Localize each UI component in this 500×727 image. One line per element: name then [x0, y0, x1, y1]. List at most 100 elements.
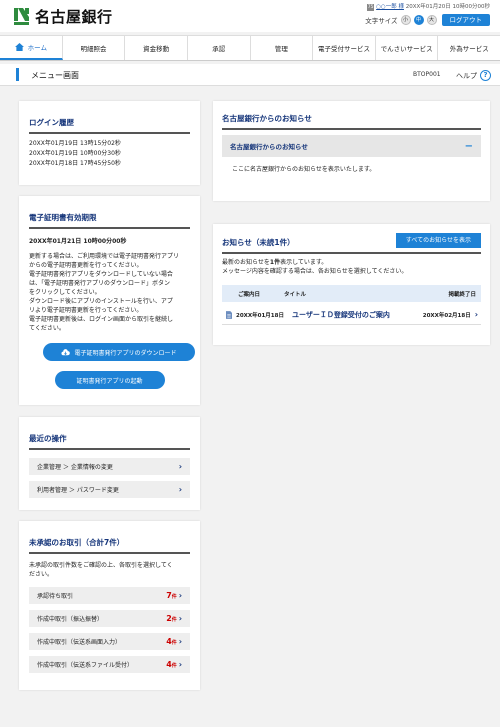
font-size-small-button[interactable]: 小: [400, 15, 411, 25]
bank-logo-icon: [14, 8, 29, 25]
col-title: タイトル: [284, 291, 307, 298]
bank-notice-accordion-header[interactable]: 名古屋銀行からのお知らせ −: [222, 135, 481, 157]
home-icon: [14, 43, 24, 51]
nav-management[interactable]: 管理: [251, 36, 314, 60]
login-history-entry: 20XX年01月19日 13時15分02秒: [29, 140, 121, 147]
notice-row[interactable]: 20XX年01月18日 ユーザーＩＤ登録受付のご案内 20XX年02月18日 ›: [222, 305, 481, 325]
page-title: メニュー画面: [31, 71, 79, 80]
chevron-right-icon: ›: [178, 485, 182, 494]
nav-home[interactable]: ホーム: [0, 36, 63, 60]
recent-operations-title: 最近の操作: [29, 433, 190, 450]
global-nav: ホーム 明細照会 資金移動 承認 管理 電子受付サービス でんさいサービス 外為…: [0, 35, 500, 61]
login-history-entry: 20XX年01月19日 10時00分30秒: [29, 150, 121, 157]
login-history-title: ログイン履歴: [29, 117, 190, 134]
nav-transfer[interactable]: 資金移動: [125, 36, 188, 60]
recent-op-item[interactable]: 利用者管理 ＞ パスワード変更 ›: [29, 481, 190, 498]
all-notices-button[interactable]: すべてのお知らせを表示: [395, 233, 481, 248]
pending-item[interactable]: 作成中取引（振込振替） 2件 ›: [29, 610, 190, 627]
nav-forex[interactable]: 外為サービス: [438, 36, 500, 60]
pending-count: 4件: [166, 660, 177, 669]
pending-item[interactable]: 作成中取引（伝送系ファイル受付） 4件 ›: [29, 656, 190, 673]
page-code: BTOP001: [413, 71, 441, 78]
notices-desc2: メッセージ内容を確認する場合は、各お知らせを選択してください。: [222, 268, 408, 275]
nav-statements[interactable]: 明細照会: [63, 36, 126, 60]
chevron-right-icon: ›: [178, 637, 182, 646]
cert-desc-line: 電子証明書発行アプリをダウンロードしていない場合: [29, 271, 173, 278]
last-login-time: 20XX年01月20日 10時00分00秒: [405, 4, 490, 10]
cert-desc-line: ダウンロード後にアプリのインストールを行い、アプ: [29, 298, 173, 305]
pending-item[interactable]: 承認待ち取引 7件 ›: [29, 587, 190, 604]
help-label: ヘルプ: [456, 71, 477, 80]
notices-title: お知らせ（未読1件）: [222, 237, 295, 247]
cert-desc-line: からの電子証明書更新を行ってください。: [29, 262, 143, 269]
bank-notice-card: 名古屋銀行からのお知らせ 名古屋銀行からのお知らせ − ここに名古屋銀行からのお…: [213, 101, 490, 201]
recent-op-label: 利用者管理 ＞ パスワード変更: [37, 487, 119, 494]
user-name-link[interactable]: ○○一郎 様: [376, 4, 404, 10]
chevron-right-icon: ›: [178, 591, 182, 600]
font-size-medium-button[interactable]: 中: [413, 15, 424, 25]
recent-op-item[interactable]: 企業管理 ＞ 企業情報の変更 ›: [29, 458, 190, 475]
header: 名古屋銀行 75 ○○一郎 様 20XX年01月20日 10時00分00秒 文字サ…: [0, 0, 500, 32]
col-date: ご案内日: [238, 291, 261, 298]
pending-item-label: 作成中取引（伝送系画面入力）: [37, 639, 122, 646]
notices-table-header: ご案内日 タイトル 掲載終了日: [222, 285, 481, 302]
cert-desc-line: リより電子証明書更新を行ってください。: [29, 307, 143, 314]
nav-densai[interactable]: でんさいサービス: [376, 36, 439, 60]
notice-date: 20XX年01月18日: [236, 312, 284, 319]
chevron-right-icon: ›: [178, 660, 182, 669]
cert-expiry-title: 電子証明書有効期限: [29, 212, 190, 229]
pending-item-label: 作成中取引（振込振替）: [37, 616, 104, 623]
pending-desc-line: ださい。: [29, 571, 54, 578]
nav-home-label: ホーム: [27, 44, 47, 52]
chevron-right-icon: ›: [474, 310, 478, 319]
collapse-icon[interactable]: −: [465, 141, 473, 152]
cert-app-launch-button[interactable]: 証明書発行アプリの起動: [54, 371, 165, 389]
pending-item-label: 作成中取引（伝送系ファイル受付）: [37, 662, 134, 669]
login-history-entry: 20XX年01月18日 17時45分50秒: [29, 160, 121, 167]
bank-notice-title: 名古屋銀行からのお知らせ: [222, 113, 481, 130]
pending-count: 2件: [166, 614, 177, 623]
user-badge-icon: 75: [367, 4, 375, 11]
cert-expiry-card: 電子証明書有効期限 20XX年01月21日 10時00分00秒 更新する場合は、…: [19, 196, 200, 405]
notices-card: お知らせ（未読1件） すべてのお知らせを表示 最新のお知らせを1件表示しています…: [213, 224, 490, 345]
help-link[interactable]: ヘルプ ?: [456, 70, 491, 81]
cert-desc-line: は、「電子証明書発行アプリのダウンロード」ボタン: [29, 280, 171, 287]
pending-transactions-card: 未承認のお取引（合計7件） 未承認の取引件数をご確認の上、各取引を選択してく だ…: [19, 521, 200, 690]
cert-download-label: 電子証明書発行アプリのダウンロード: [74, 349, 177, 357]
page-title-bar: メニュー画面 BTOP001 ヘルプ ?: [0, 64, 500, 86]
notices-header: お知らせ（未読1件） すべてのお知らせを表示: [222, 233, 481, 254]
font-size-large-button[interactable]: 大: [426, 15, 437, 25]
nav-approval[interactable]: 承認: [188, 36, 251, 60]
bank-notice-body: ここに名古屋銀行からのお知らせを表示いたします。: [232, 166, 376, 173]
notices-desc: 最新のお知らせを1件表示しています。: [222, 259, 328, 266]
bank-notice-subheader: 名古屋銀行からのお知らせ: [230, 143, 308, 151]
cert-expiry-date: 20XX年01月21日 10時00分00秒: [29, 238, 127, 245]
logout-button[interactable]: ログアウト: [441, 14, 490, 26]
pending-desc-line: 未承認の取引件数をご確認の上、各取引を選択してく: [29, 562, 173, 569]
header-user-area: 75 ○○一郎 様 20XX年01月20日 10時00分00秒 文字サイズ 小 中…: [365, 2, 490, 26]
chevron-right-icon: ›: [178, 614, 182, 623]
notice-title[interactable]: ユーザーＩＤ登録受付のご案内: [292, 310, 423, 320]
font-size-label: 文字サイズ: [365, 17, 398, 25]
user-info: 75 ○○一郎 様 20XX年01月20日 10時00分00秒: [365, 2, 490, 11]
cert-desc-line: 電子証明書更新後は、ログイン画面から取引を継続し: [29, 316, 174, 323]
recent-op-label: 企業管理 ＞ 企業情報の変更: [37, 464, 113, 471]
cert-desc-line: てください。: [29, 325, 65, 332]
font-size-control: 文字サイズ 小 中 大 ログアウト: [365, 14, 490, 26]
nav-e-reception[interactable]: 電子受付サービス: [313, 36, 376, 60]
pending-count: 7件: [166, 591, 177, 600]
recent-operations-card: 最近の操作 企業管理 ＞ 企業情報の変更 › 利用者管理 ＞ パスワード変更 ›: [19, 417, 200, 510]
document-icon: [226, 310, 232, 319]
pending-count: 4件: [166, 637, 177, 646]
help-icon: ?: [480, 70, 491, 81]
title-accent-bar: [16, 68, 19, 81]
cert-desc-line: 更新する場合は、ご利用環境では電子証明書発行アプリ: [29, 253, 180, 260]
chevron-right-icon: ›: [178, 462, 182, 471]
cert-download-button[interactable]: 電子証明書発行アプリのダウンロード: [43, 343, 195, 361]
pending-transactions-title: 未承認のお取引（合計7件）: [29, 537, 190, 554]
pending-item[interactable]: 作成中取引（伝送系画面入力） 4件 ›: [29, 633, 190, 650]
cert-desc-line: をクリックしてください。: [29, 289, 101, 296]
bank-name: 名古屋銀行: [35, 8, 113, 26]
cloud-download-icon: [61, 348, 71, 355]
bank-logo[interactable]: 名古屋銀行: [14, 6, 113, 27]
